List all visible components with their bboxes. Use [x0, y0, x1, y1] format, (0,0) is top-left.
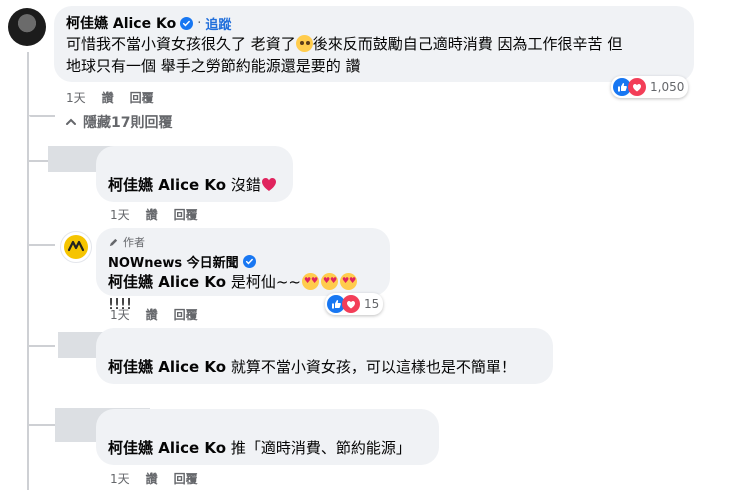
thread-branch: [29, 115, 55, 117]
pleading-face-emoji: [295, 35, 313, 52]
reply-text: 推「適時消費、節約能源」: [230, 439, 411, 457]
author-tag: 作者: [108, 234, 378, 250]
reply-bubble: 柯佳嬿 Alice Ko 就算不當小資女孩，可以這樣也是不簡單！: [96, 328, 553, 384]
timestamp[interactable]: 1天: [110, 470, 130, 487]
verified-badge-icon: [242, 255, 256, 268]
timestamp[interactable]: 1天: [110, 306, 130, 323]
commenter-name[interactable]: NOWnews 今日新聞: [108, 252, 239, 271]
reply-actions: 1天 讚 回覆: [110, 470, 198, 487]
reaction-count: 1,050: [650, 80, 685, 94]
chevron-up-icon: [66, 118, 76, 125]
follow-link[interactable]: 追蹤: [205, 14, 231, 33]
reaction-count: 15: [364, 297, 380, 311]
heart-eyes-emoji: ♥ ♥: [321, 273, 338, 290]
red-heart-emoji: [261, 178, 276, 191]
thread-branch: [29, 244, 55, 246]
love-reaction-icon: [628, 78, 646, 96]
reaction-summary[interactable]: 15: [325, 293, 384, 315]
pencil-icon: [109, 238, 118, 246]
like-button[interactable]: 讚: [146, 470, 158, 487]
reaction-summary[interactable]: 1,050: [611, 76, 689, 98]
thread-branch: [29, 424, 55, 426]
comment-bubble: 柯佳嬿 Alice Ko · 追蹤 可惜我不當小資女孩很久了 老資了 後來反而鼓勵…: [54, 6, 694, 82]
mention-link[interactable]: 柯佳嬿 Alice Ko: [108, 273, 226, 291]
reply-actions: 1天 讚 回覆: [110, 306, 198, 323]
heart-eyes-emoji: ♥ ♥: [340, 273, 357, 290]
timestamp[interactable]: 1天: [66, 89, 86, 106]
reply-author-mention[interactable]: 柯佳嬿 Alice Ko: [108, 176, 226, 194]
hide-replies-label: 隱藏17則回覆: [83, 115, 173, 131]
nownews-avatar[interactable]: [60, 231, 92, 263]
separator-dot: ·: [197, 15, 202, 31]
nownews-logo-icon: [64, 235, 88, 259]
like-button[interactable]: 讚: [102, 89, 114, 106]
comment-actions: 1天 讚 回覆: [66, 89, 154, 106]
reply-text: 沒錯: [230, 176, 261, 194]
thread-branch: [29, 345, 55, 347]
reply-bubble: 作者 NOWnews 今日新聞 柯佳嬿 Alice Ko 是柯仙~~ ♥ ♥ ♥ ♥ ♥ ♥…: [96, 228, 390, 313]
like-button[interactable]: 讚: [146, 306, 158, 323]
timestamp[interactable]: 1天: [110, 206, 130, 223]
reply-bubble: 柯佳嬿 Alice Ko 沒錯: [96, 146, 293, 202]
reply-text: 就算不當小資女孩，可以這樣也是不簡單！: [230, 358, 516, 376]
reply-button[interactable]: 回覆: [174, 306, 198, 323]
reply-button[interactable]: 回覆: [130, 89, 154, 106]
reply-button[interactable]: 回覆: [174, 206, 198, 223]
reply-actions: 1天 讚 回覆: [110, 206, 198, 223]
reply-author-mention[interactable]: 柯佳嬿 Alice Ko: [108, 358, 226, 376]
love-reaction-icon: [342, 295, 360, 313]
hide-replies-toggle[interactable]: 隱藏17則回覆: [65, 112, 172, 132]
commenter-name[interactable]: 柯佳嬿 Alice Ko: [66, 13, 176, 33]
like-button[interactable]: 讚: [146, 206, 158, 223]
comment-text: 可惜我不當小資女孩很久了 老資了 後來反而鼓勵自己適時消費 因為工作很辛苦 但 地…: [66, 35, 623, 75]
verified-badge-icon: [180, 16, 194, 30]
reply-bubble: 柯佳嬿 Alice Ko 推「適時消費、節約能源」: [96, 409, 439, 465]
reply-button[interactable]: 回覆: [174, 470, 198, 487]
reply-author-mention[interactable]: 柯佳嬿 Alice Ko: [108, 439, 226, 457]
heart-eyes-emoji: ♥ ♥: [302, 273, 319, 290]
avatar[interactable]: [8, 8, 46, 46]
